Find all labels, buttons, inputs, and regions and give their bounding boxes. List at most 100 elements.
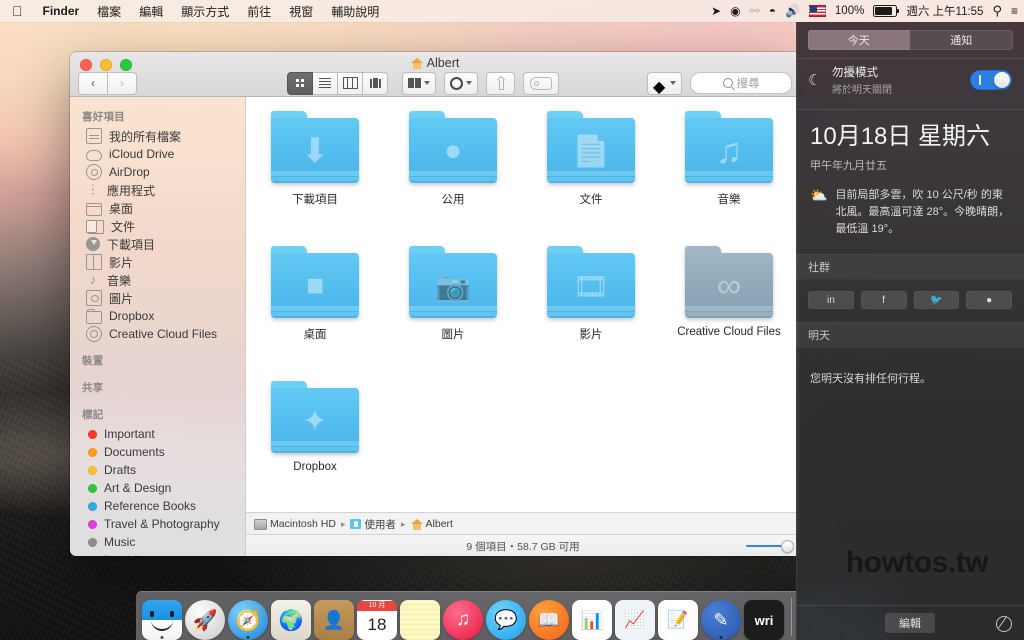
nav-buttons[interactable]: ‹ ›	[78, 71, 137, 95]
arrange-button[interactable]	[402, 71, 436, 95]
sidebar-item-desktop[interactable]: 桌面	[70, 199, 245, 217]
dock-item-safari[interactable]: 🧭	[228, 600, 268, 640]
sidebar-tag-travel-photography[interactable]: Travel & Photography	[70, 515, 245, 533]
share-button[interactable]	[486, 71, 515, 95]
notification-center-tabs[interactable]: 今天 通知	[807, 30, 1013, 50]
gear-icon[interactable]	[996, 616, 1012, 632]
forward-button[interactable]: ›	[108, 71, 137, 95]
dock-item-ibooks[interactable]: 📖	[529, 600, 569, 640]
do-not-disturb-row[interactable]: ☾ 勿擾模式 將於明天關閉	[796, 59, 1024, 101]
sidebar-item-applications[interactable]: ︙ 應用程式	[70, 181, 245, 199]
weather-widget[interactable]: ⛅ 目前局部多雲，吹 10 公尺/秒 的東北風。最高溫可達 28°。今晚晴朗，最…	[796, 173, 1024, 254]
social-buttons[interactable]: in f 🐦 ●	[796, 280, 1024, 322]
path-item-users[interactable]: 使用者	[350, 517, 396, 532]
file-item[interactable]: ✦ Dropbox	[246, 381, 384, 516]
path-item-albert[interactable]: Albert	[410, 518, 453, 530]
menu-item-finder[interactable]: Finder	[34, 0, 89, 22]
menu-item-help[interactable]: 輔助說明	[322, 0, 388, 22]
us-flag-icon[interactable]	[808, 5, 826, 17]
menu-item-edit[interactable]: 編輯	[130, 0, 172, 22]
column-view-button[interactable]	[338, 71, 363, 95]
clock[interactable]: 週六 上午11:55	[906, 3, 983, 19]
dock-item-keynote[interactable]: 📈	[615, 600, 655, 640]
sidebar-tag-reference-books[interactable]: Reference Books	[70, 497, 245, 515]
location-arrow-icon[interactable]: ➤	[711, 4, 721, 18]
search-icon[interactable]: ⚲	[992, 3, 1002, 19]
dock-item-launchpad[interactable]: 🚀	[185, 600, 225, 640]
sidebar-item-dropbox[interactable]: Dropbox	[70, 307, 245, 325]
menu-item-file[interactable]: 檔案	[88, 0, 130, 22]
icon-grid[interactable]: ⬇ 下載項目 ● 公用 📄 文件 ♫ 音樂 ■ 桌面 📷 圖片 🎞 影片 ∞ C…	[246, 97, 800, 516]
file-item[interactable]: ∞ Creative Cloud Files	[660, 246, 798, 381]
finder-sidebar[interactable]: 喜好項目 我的所有檔案 iCloud Drive AirDrop ︙ 應用程式 桌…	[70, 97, 246, 556]
dock-item-itunes[interactable]: ♫	[443, 600, 483, 640]
message-button[interactable]: ●	[966, 291, 1012, 310]
dock-item-mail[interactable]: 🌍	[271, 600, 311, 640]
dock-item-sketch[interactable]: ✎	[701, 600, 741, 640]
tab-today[interactable]: 今天	[807, 30, 910, 50]
do-not-disturb-toggle[interactable]	[970, 70, 1012, 90]
sidebar-item-icloud-drive[interactable]: iCloud Drive	[70, 145, 245, 163]
volume-icon[interactable]: 🔊	[785, 4, 800, 18]
window-titlebar[interactable]: Albert ‹ › ◆ 搜尋	[70, 52, 800, 97]
sidebar-item-downloads[interactable]: 下載項目	[70, 235, 245, 253]
sidebar-item-airdrop[interactable]: AirDrop	[70, 163, 245, 181]
notification-center-icon[interactable]: ≡	[1011, 4, 1018, 18]
finder-window[interactable]: Albert ‹ › ◆ 搜尋 喜好項目 我的所有檔案 iCloud Drive…	[70, 52, 800, 556]
sidebar-item-music[interactable]: ♪ 音樂	[70, 271, 245, 289]
twitter-button[interactable]: 🐦	[913, 291, 960, 310]
sidebar-tag-documents[interactable]: Documents	[70, 443, 245, 461]
icon-view-button[interactable]	[287, 71, 313, 95]
view-mode-group[interactable]	[287, 71, 388, 95]
notification-center-footer[interactable]: 編輯	[796, 605, 1024, 640]
path-item-macintosh-hd[interactable]: Macintosh HD	[254, 518, 336, 530]
dock-item-contacts[interactable]: 👤	[314, 600, 354, 640]
dropbox-button[interactable]: ◆	[647, 71, 682, 96]
file-item[interactable]: ⬇ 下載項目	[246, 111, 384, 246]
search-input[interactable]: 搜尋	[690, 72, 792, 94]
dock-item-calendar[interactable]: 10 月 18	[357, 600, 397, 640]
path-bar[interactable]: Macintosh HD ▸ 使用者 ▸ Albert	[246, 512, 800, 535]
sidebar-tag-important[interactable]: Important	[70, 425, 245, 443]
tag-button[interactable]	[523, 71, 559, 95]
sidebar-item-all-my-files[interactable]: 我的所有檔案	[70, 127, 245, 145]
sidebar-item-documents[interactable]: 文件	[70, 217, 245, 235]
menu-item-window[interactable]: 視窗	[280, 0, 322, 22]
dock[interactable]: 🚀 🧭 🌍 👤 10 月 18 ♫ 💬 📖 📊 📈 📝 ✎ wri 📄 ⬇	[136, 591, 888, 640]
dock-item-notes[interactable]	[400, 600, 440, 640]
dock-item-messages[interactable]: 💬	[486, 600, 526, 640]
sidebar-tag-music[interactable]: Music	[70, 533, 245, 551]
back-button[interactable]: ‹	[78, 71, 108, 95]
file-item[interactable]: 🎞 影片	[522, 246, 660, 381]
bluetooth-icon[interactable]: ⚯	[750, 4, 760, 18]
dropbox-menu-icon[interactable]: ◉	[730, 4, 740, 18]
file-item[interactable]: 📷 圖片	[384, 246, 522, 381]
list-view-button[interactable]	[313, 71, 338, 95]
apple-logo-icon[interactable]: 	[0, 0, 34, 22]
file-item[interactable]: ● 公用	[384, 111, 522, 246]
dock-item-numbers[interactable]: 📊	[572, 600, 612, 640]
icon-size-slider[interactable]	[746, 540, 794, 553]
edit-button[interactable]: 編輯	[885, 613, 935, 633]
finder-toolbar[interactable]: ‹ › ◆ 搜尋	[78, 71, 792, 96]
linkedin-button[interactable]: in	[808, 291, 854, 310]
sidebar-tag-learning[interactable]: Learning	[70, 551, 245, 556]
wifi-icon[interactable]: ◓	[769, 4, 776, 18]
file-item[interactable]: 📄 文件	[522, 111, 660, 246]
dock-item-finder[interactable]	[142, 600, 182, 640]
sidebar-tag-art-design[interactable]: Art & Design	[70, 479, 245, 497]
menu-item-go[interactable]: 前往	[238, 0, 280, 22]
battery-icon[interactable]	[873, 5, 900, 17]
facebook-button[interactable]: f	[860, 291, 907, 310]
sidebar-item-pictures[interactable]: 圖片	[70, 289, 245, 307]
dock-item-pages[interactable]: 📝	[658, 600, 698, 640]
action-button[interactable]	[444, 71, 478, 95]
menu-item-view[interactable]: 顯示方式	[172, 0, 238, 22]
file-item[interactable]: ■ 桌面	[246, 246, 384, 381]
finder-content[interactable]: ⬇ 下載項目 ● 公用 📄 文件 ♫ 音樂 ■ 桌面 📷 圖片 🎞 影片 ∞ C…	[246, 97, 800, 556]
sidebar-item-movies[interactable]: 影片	[70, 253, 245, 271]
coverflow-view-button[interactable]	[363, 71, 388, 95]
tab-notifications[interactable]: 通知	[910, 30, 1013, 50]
sidebar-item-creative-cloud-files[interactable]: Creative Cloud Files	[70, 325, 245, 343]
sidebar-tag-drafts[interactable]: Drafts	[70, 461, 245, 479]
